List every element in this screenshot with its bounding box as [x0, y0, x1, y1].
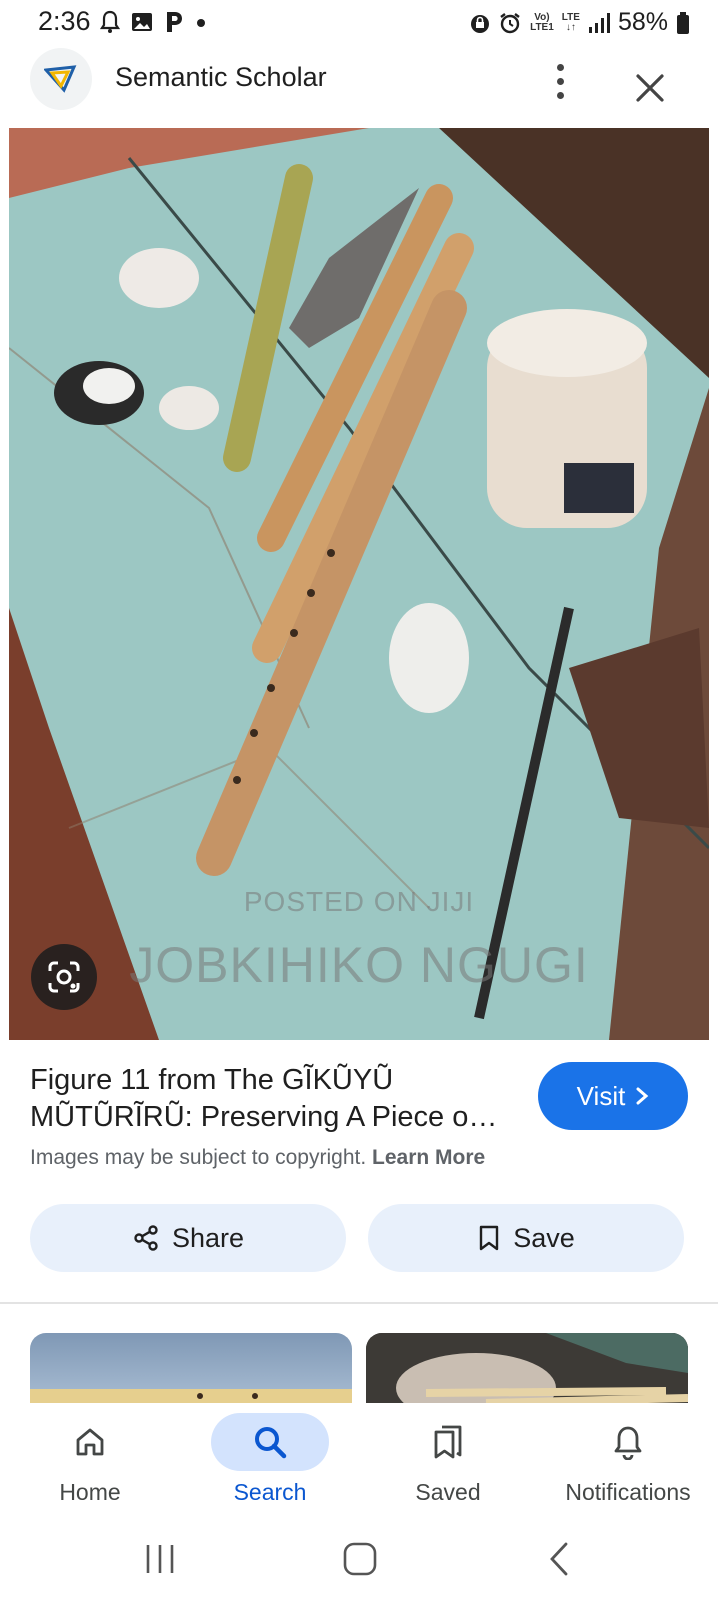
copyright-text: Images may be subject to copyright. — [30, 1146, 367, 1169]
visit-button[interactable]: Visit — [538, 1062, 688, 1130]
lens-icon — [48, 961, 80, 993]
visit-label: Visit — [576, 1080, 626, 1111]
volte-indicator: Vo) LTE1 — [530, 11, 554, 33]
save-button[interactable]: Save — [368, 1204, 684, 1272]
battery-icon — [677, 11, 689, 34]
status-bar: 2:36 Vo) LTE1 LTE ↓↑ 58% — [0, 0, 718, 48]
image-icon — [132, 13, 152, 31]
home-button-icon[interactable] — [340, 1539, 380, 1579]
lens-search-button[interactable] — [31, 944, 97, 1010]
copyright-notice: Images may be subject to copyright. Lear… — [30, 1146, 485, 1170]
more-options-button[interactable] — [545, 58, 575, 104]
status-time: 2:36 — [38, 6, 91, 36]
battery-percent: 58% — [617, 8, 668, 36]
dot-icon — [197, 19, 205, 27]
nav-item-notifications[interactable]: Notifications — [548, 1403, 708, 1519]
status-right: Vo) LTE1 LTE ↓↑ 58% — [470, 8, 690, 37]
share-icon — [134, 1225, 158, 1251]
watermark-line1: POSTED ON JIJI — [243, 886, 475, 917]
nav-item-home[interactable]: Home — [10, 1403, 170, 1519]
save-label: Save — [513, 1222, 575, 1253]
learn-more-link[interactable]: Learn More — [372, 1146, 485, 1169]
lte-indicator: LTE ↓↑ — [561, 11, 580, 33]
alarm-icon — [500, 12, 520, 33]
nav-item-saved[interactable]: Saved — [368, 1403, 528, 1519]
home-icon — [76, 1428, 104, 1456]
image-title[interactable]: Figure 11 from The GĨKŨYŨ MŨTŨRĨRŨ: Pres… — [30, 1062, 520, 1136]
share-button[interactable]: Share — [30, 1204, 346, 1272]
header: Semantic Scholar — [0, 48, 718, 126]
nav-item-search[interactable]: Search — [190, 1403, 350, 1519]
share-label: Share — [171, 1222, 245, 1253]
search-icon — [255, 1427, 287, 1459]
recent-apps-icon[interactable] — [140, 1539, 180, 1579]
p-icon — [167, 12, 182, 32]
divider — [0, 1302, 718, 1304]
result-image[interactable]: POSTED ON JIJI JOBKIHIKO NGUGI — [9, 128, 709, 1040]
close-icon[interactable] — [632, 70, 668, 106]
bookmark-icon — [480, 1225, 499, 1251]
bell-icon — [100, 10, 120, 33]
site-name: Semantic Scholar — [115, 62, 327, 92]
chevron-right-icon — [636, 1087, 649, 1105]
semantic-scholar-logo — [30, 48, 92, 110]
bell-icon — [614, 1426, 642, 1460]
signal-icon — [588, 12, 610, 33]
bookmarks-icon — [434, 1425, 462, 1459]
back-icon[interactable] — [540, 1539, 580, 1579]
status-left-icons — [100, 10, 208, 34]
bottom-navigation: Home Search Saved Notifications — [0, 1403, 718, 1519]
watermark-line2: JOBKIHIKO NGUGI — [129, 937, 589, 993]
related-image-thumbnail[interactable] — [30, 1333, 352, 1403]
related-image-thumbnail[interactable] — [366, 1333, 688, 1403]
system-navigation — [0, 1519, 718, 1600]
lock-sync-icon — [471, 14, 490, 33]
